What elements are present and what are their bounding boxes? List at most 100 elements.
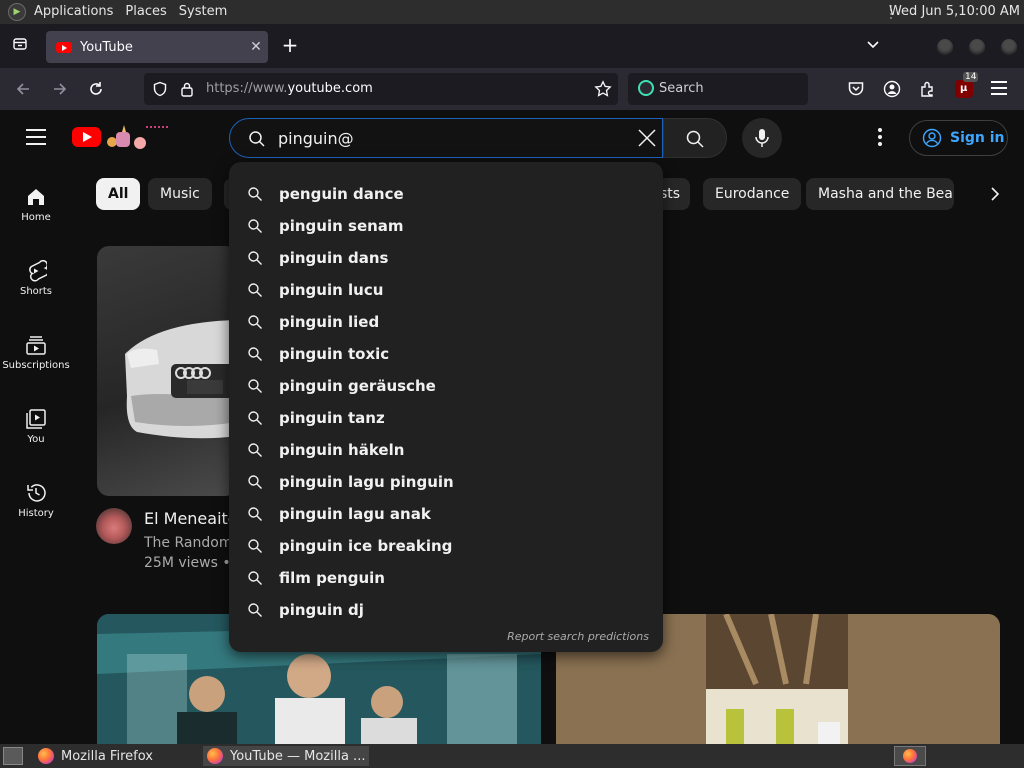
clear-search-icon[interactable] <box>636 127 658 153</box>
channel-avatar[interactable] <box>96 508 132 544</box>
settings-more-icon[interactable] <box>876 128 884 148</box>
suggestion-item[interactable]: pinguin lagu anak <box>229 498 663 530</box>
sidebar-item-subscriptions[interactable]: Subscriptions <box>0 334 72 371</box>
history-icon <box>27 484 46 502</box>
suggestion-item[interactable]: pinguin tanz <box>229 402 663 434</box>
maximize-window-icon[interactable] <box>969 39 985 55</box>
reload-icon[interactable] <box>87 80 105 102</box>
bookmark-star-icon[interactable] <box>594 80 612 102</box>
taskbar-item-youtube-window[interactable]: YouTube — Mozilla ... <box>203 746 369 766</box>
sidebar-item-you[interactable]: You <box>0 408 72 445</box>
chip-all[interactable]: All <box>96 178 141 210</box>
search-icon <box>248 283 262 297</box>
minimize-window-icon[interactable] <box>937 39 953 55</box>
applications-icon[interactable]: ▶ <box>8 3 26 21</box>
search-icon <box>248 411 262 425</box>
sidebar-label: You <box>27 434 45 445</box>
youtube-logo-icon[interactable] <box>72 127 101 147</box>
sidebar-item-home[interactable]: Home <box>0 186 72 223</box>
suggestion-item[interactable]: pinguin ice breaking <box>229 530 663 562</box>
suggestion-item[interactable]: pinguin lied <box>229 306 663 338</box>
suggestion-item[interactable]: film penguin <box>229 562 663 594</box>
firefox-icon <box>38 748 54 764</box>
show-desktop-icon[interactable] <box>3 747 23 765</box>
extensions-icon[interactable] <box>919 80 937 102</box>
chip-music[interactable]: Music <box>148 178 212 210</box>
suggestion-text: pinguin toxic <box>279 345 390 363</box>
taskbar-item-label: Mozilla Firefox <box>61 748 153 764</box>
menu-places[interactable]: Places <box>119 0 172 24</box>
search-engine-icon[interactable] <box>638 80 654 96</box>
suggestion-item[interactable]: pinguin häkeln <box>229 434 663 466</box>
suggestion-item[interactable]: pinguin dj <box>229 594 663 626</box>
pocket-icon[interactable] <box>847 80 865 102</box>
menu-system[interactable]: System <box>173 0 233 24</box>
video-title[interactable]: El Meneaito <box>144 509 238 528</box>
search-icon <box>248 443 262 457</box>
taskbar-item-firefox[interactable]: Mozilla Firefox <box>38 746 198 766</box>
sidebar-item-shorts[interactable]: Shorts <box>0 260 72 297</box>
list-all-tabs-icon[interactable] <box>10 36 30 56</box>
menu-hamburger-icon[interactable] <box>991 81 1007 95</box>
suggestion-item[interactable]: pinguin toxic <box>229 338 663 370</box>
forward-arrow-icon[interactable] <box>51 80 69 102</box>
new-tab-icon[interactable]: + <box>280 34 300 56</box>
search-icon <box>248 251 262 265</box>
shorts-icon <box>29 260 47 282</box>
clock[interactable]: Wed Jun 5,10:00 AM <box>889 0 1020 24</box>
account-icon[interactable] <box>883 80 901 102</box>
sign-in-label: Sign in <box>950 130 1005 146</box>
search-button-icon <box>686 130 704 148</box>
chip-eurodance[interactable]: Eurodance <box>703 178 802 210</box>
tab-youtube[interactable]: YouTube ✕ <box>46 31 268 63</box>
navigation-toolbar: https://www.youtube.com Search μ 14 <box>0 68 1024 110</box>
close-tab-icon[interactable]: ✕ <box>244 39 268 55</box>
sidebar-item-history[interactable]: History <box>0 482 72 519</box>
report-search-predictions-link[interactable]: Report search predictions <box>507 630 649 643</box>
shield-icon[interactable] <box>152 81 168 101</box>
suggestion-item[interactable]: pinguin dans <box>229 242 663 274</box>
chip-masha-and-the-bear[interactable]: Masha and the Bear <box>806 178 954 210</box>
search-icon <box>248 571 262 585</box>
suggestion-text: pinguin dans <box>279 249 389 267</box>
suggestion-item[interactable]: pinguin lagu pinguin <box>229 466 663 498</box>
tab-strip: YouTube ✕ + <box>0 24 1024 68</box>
search-icon <box>248 507 262 521</box>
video-thumbnail[interactable] <box>97 246 237 496</box>
suggestion-item[interactable]: pinguin lucu <box>229 274 663 306</box>
suggestion-text: penguin dance <box>279 185 404 203</box>
sign-in-button[interactable]: Sign in <box>909 120 1008 156</box>
search-query: pinguin@ <box>278 129 354 148</box>
firefox-icon <box>903 749 917 763</box>
youtube-search-input[interactable]: pinguin@ <box>229 118 663 158</box>
search-suggestions-dropdown: penguin dance pinguin senam pinguin dans… <box>229 162 663 652</box>
search-icon <box>248 219 262 233</box>
chevron-down-icon[interactable] <box>864 36 882 55</box>
workspace-switcher[interactable] <box>894 746 926 766</box>
guide-menu-icon[interactable] <box>26 129 46 145</box>
youtube-doodle-icon[interactable] <box>104 122 168 150</box>
suggestion-text: pinguin senam <box>279 217 404 235</box>
desktop-taskbar: Mozilla Firefox YouTube — Mozilla ... <box>0 744 1024 768</box>
lock-icon[interactable] <box>180 81 194 101</box>
suggestion-item[interactable]: pinguin geräusche <box>229 370 663 402</box>
search-bar[interactable]: Search <box>628 73 808 105</box>
back-arrow-icon[interactable] <box>14 80 32 102</box>
chevron-right-icon[interactable] <box>986 185 1004 207</box>
search-icon <box>248 539 262 553</box>
suggestion-text: pinguin lied <box>279 313 380 331</box>
search-icon <box>248 347 262 361</box>
channel-name[interactable]: The Random ( <box>144 535 242 551</box>
suggestion-item[interactable]: pinguin senam <box>229 210 663 242</box>
voice-search-button[interactable] <box>742 118 782 158</box>
search-placeholder: Search <box>659 81 704 96</box>
close-window-icon[interactable] <box>1001 39 1017 55</box>
url-bar[interactable]: https://www.youtube.com <box>144 73 618 105</box>
menu-applications[interactable]: Applications <box>28 0 119 24</box>
ublock-origin-icon[interactable]: μ 14 <box>955 72 979 98</box>
ublock-badge: 14 <box>963 72 979 82</box>
search-icon <box>248 603 262 617</box>
suggestion-item[interactable]: penguin dance <box>229 178 663 210</box>
search-icon <box>248 379 262 393</box>
search-button[interactable] <box>663 118 727 158</box>
